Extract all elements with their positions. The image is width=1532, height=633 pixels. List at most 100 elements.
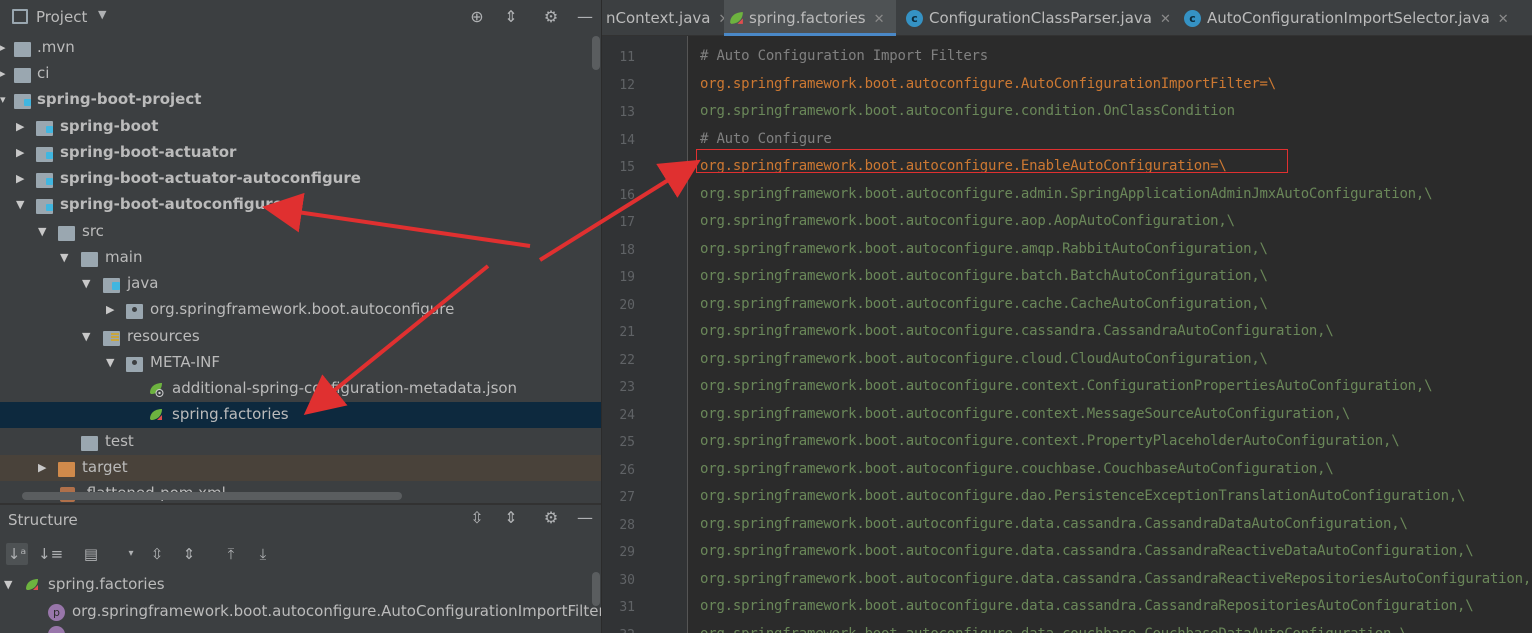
code-line[interactable]: org.springframework.boot.autoconfigure.d…: [700, 571, 1532, 587]
structure-vertical-scrollbar[interactable]: [592, 572, 600, 606]
chevron-down-icon[interactable]: ▼: [98, 8, 106, 21]
code-line[interactable]: org.springframework.boot.autoconfigure.c…: [700, 378, 1433, 394]
code-line[interactable]: org.springframework.boot.autoconfigure.c…: [700, 461, 1334, 477]
module-folder-icon: [36, 199, 53, 214]
line-number: 27: [619, 490, 635, 505]
tab-configuration-class-parser[interactable]: c ConfigurationClassParser.java ✕: [902, 0, 1178, 36]
line-number: 16: [619, 187, 635, 203]
project-vertical-scrollbar[interactable]: [592, 36, 600, 70]
tree-item-src[interactable]: ▼ src: [0, 219, 601, 245]
line-number: 29: [619, 545, 635, 560]
code-line[interactable]: org.springframework.boot.autoconfigure.c…: [700, 296, 1268, 312]
gear-icon[interactable]: ⚙: [540, 6, 562, 28]
chevron-down-icon[interactable]: ▼: [82, 277, 92, 291]
chevron-right-icon[interactable]: ▶: [16, 172, 26, 186]
line-number: 31: [619, 600, 635, 615]
chevron-right-icon[interactable]: ▶: [16, 120, 26, 134]
chevron-right-icon[interactable]: ▸: [0, 67, 10, 81]
expand-all-icon[interactable]: ⇳: [466, 507, 488, 529]
tree-item-target[interactable]: ▶ target: [0, 455, 601, 481]
code-text: org.springframework.boot.autoconfigure.a…: [700, 185, 1433, 202]
code-line[interactable]: org.springframework.boot.autoconfigure.a…: [700, 185, 1433, 202]
tree-item-label: additional-spring-configuration-metadata…: [172, 379, 518, 397]
folder-icon: [58, 226, 75, 241]
tree-item-spring-boot-actuator[interactable]: ▶ spring-boot-actuator: [0, 140, 601, 166]
line-number: 26: [619, 462, 635, 478]
class-icon: c: [906, 10, 923, 27]
chevron-down-icon[interactable]: ▼: [60, 251, 70, 265]
gear-icon[interactable]: ⚙: [540, 507, 562, 529]
sort-alphabetically-icon[interactable]: ↓ᵃ: [6, 543, 28, 565]
minimize-icon[interactable]: —: [574, 507, 596, 529]
tree-item-spring-factories[interactable]: spring.factories: [0, 402, 601, 428]
show-fields-icon[interactable]: ▤: [80, 543, 102, 565]
autoscroll-to-source-icon[interactable]: ⤒: [220, 543, 242, 565]
code-line[interactable]: org.springframework.boot.autoconfigure.c…: [700, 323, 1334, 339]
project-view-icon[interactable]: [12, 9, 28, 24]
close-icon[interactable]: ✕: [1160, 12, 1171, 27]
code-line[interactable]: org.springframework.boot.autoconfigure.a…: [700, 213, 1235, 229]
tree-item-ci[interactable]: ▸ ci: [0, 61, 601, 87]
tree-item-resources[interactable]: ▼ resources: [0, 324, 601, 350]
spring-leaf-icon: [150, 409, 162, 420]
line-number: 21: [619, 325, 635, 340]
tree-item-label: .mvn: [37, 38, 75, 56]
sort-by-visibility-icon[interactable]: ↓≡: [38, 543, 63, 565]
code-line[interactable]: org.springframework.boot.autoconfigure.a…: [700, 241, 1268, 257]
tree-item-meta-inf[interactable]: ▼ META-INF: [0, 350, 601, 376]
project-horizontal-scrollbar[interactable]: [22, 492, 402, 500]
chevron-down-icon[interactable]: ▾: [120, 543, 142, 565]
expand-all-icon[interactable]: ⇳: [146, 543, 168, 565]
code-line[interactable]: org.springframework.boot.autoconfigure.c…: [700, 406, 1350, 422]
structure-root[interactable]: ▼ spring.factories: [0, 572, 601, 598]
tab-context-java[interactable]: nContext.java✕: [602, 0, 729, 36]
tree-item-spring-boot[interactable]: ▶ spring-boot: [0, 114, 601, 140]
project-panel-title[interactable]: Project: [36, 8, 87, 26]
chevron-right-icon[interactable]: ▶: [106, 303, 116, 317]
chevron-down-icon[interactable]: ▼: [16, 198, 26, 212]
chevron-down-icon[interactable]: ▼: [82, 330, 92, 344]
code-line[interactable]: org.springframework.boot.autoconfigure.b…: [700, 268, 1268, 284]
tab-spring-factories[interactable]: spring.factories ✕: [724, 0, 896, 36]
chevron-down-icon[interactable]: ▼: [4, 578, 14, 592]
tree-item-mvn[interactable]: ▸ .mvn: [0, 35, 601, 61]
tree-item-metadata-json[interactable]: additional-spring-configuration-metadata…: [0, 376, 601, 402]
close-icon[interactable]: ✕: [1498, 12, 1509, 27]
code-line[interactable]: org.springframework.boot.autoconfigure.A…: [700, 76, 1276, 92]
tree-item-spring-boot-project[interactable]: ▾ spring-boot-project: [0, 87, 601, 113]
code-line[interactable]: org.springframework.boot.autoconfigure.d…: [700, 516, 1408, 532]
code-line[interactable]: org.springframework.boot.autoconfigure.d…: [700, 626, 1408, 633]
tree-item-test[interactable]: test: [0, 429, 601, 455]
code-line[interactable]: org.springframework.boot.autoconfigure.c…: [700, 103, 1235, 119]
close-icon[interactable]: ✕: [874, 12, 885, 27]
code-line[interactable]: org.springframework.boot.autoconfigure.c…: [700, 351, 1268, 367]
tree-item-spring-boot-autoconfigure[interactable]: ▼ spring-boot-autoconfigure: [0, 192, 601, 218]
collapse-all-icon[interactable]: ⇕: [500, 507, 522, 529]
tab-auto-configuration-import-selector[interactable]: c AutoConfigurationImportSelector.java ✕: [1180, 0, 1532, 36]
structure-panel-title[interactable]: Structure: [8, 511, 78, 529]
chevron-right-icon[interactable]: ▶: [38, 461, 48, 475]
locate-icon[interactable]: ⊕: [466, 6, 488, 28]
collapse-all-icon[interactable]: ⇕: [178, 543, 200, 565]
code-line[interactable]: org.springframework.boot.autoconfigure.d…: [700, 598, 1474, 614]
chevron-down-icon[interactable]: ▼: [106, 356, 116, 370]
code-line[interactable]: # Auto Configuration Import Filters: [700, 48, 988, 64]
minimize-icon[interactable]: —: [574, 6, 596, 28]
tree-item-main[interactable]: ▼ main: [0, 245, 601, 271]
chevron-down-icon[interactable]: ▼: [38, 225, 48, 239]
structure-item[interactable]: p org.springframework.boot.autoconfigure…: [0, 599, 601, 625]
tree-item-package-autoconfigure[interactable]: ▶ org.springframework.boot.autoconfigure: [0, 297, 601, 323]
tree-item-label: spring-boot-actuator-autoconfigure: [60, 169, 361, 187]
chevron-down-icon[interactable]: ▾: [0, 93, 10, 107]
folder-icon: [81, 252, 98, 267]
code-line[interactable]: org.springframework.boot.autoconfigure.c…: [700, 433, 1400, 449]
autoscroll-from-source-icon[interactable]: ⤓: [252, 543, 274, 565]
code-line[interactable]: org.springframework.boot.autoconfigure.d…: [700, 488, 1465, 504]
chevron-right-icon[interactable]: ▸: [0, 41, 10, 55]
code-line[interactable]: org.springframework.boot.autoconfigure.d…: [700, 543, 1474, 559]
collapse-all-icon[interactable]: ⇕: [500, 6, 522, 28]
tree-item-spring-boot-actuator-autoconfigure[interactable]: ▶ spring-boot-actuator-autoconfigure: [0, 166, 601, 192]
chevron-right-icon[interactable]: ▶: [16, 146, 26, 160]
tree-item-java[interactable]: ▼ java: [0, 271, 601, 297]
code-line[interactable]: # Auto Configure: [700, 131, 832, 147]
